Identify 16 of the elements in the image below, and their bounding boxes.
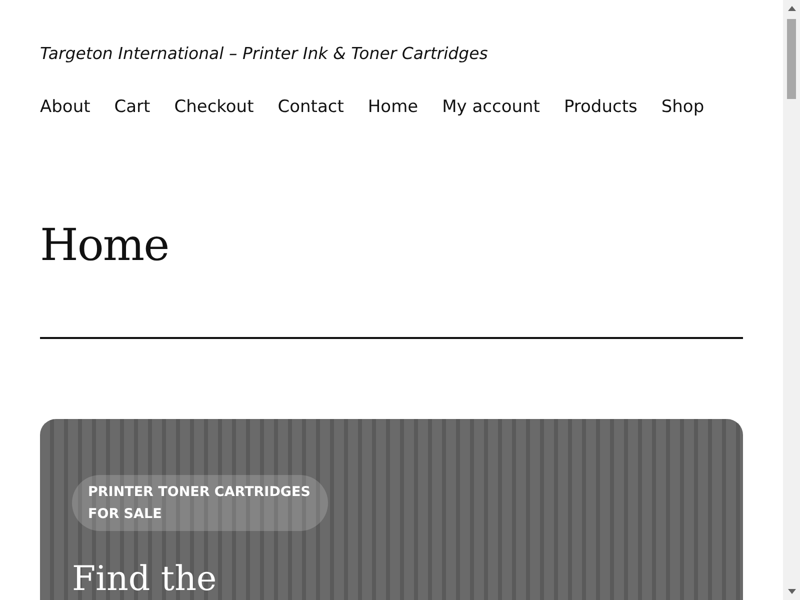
- nav-link[interactable]: Cart: [114, 95, 150, 119]
- scrollbar-thumb[interactable]: [787, 19, 796, 99]
- scroll-up-icon[interactable]: [788, 6, 796, 11]
- nav-link[interactable]: Products: [564, 95, 638, 119]
- scrollbar[interactable]: [783, 0, 800, 600]
- nav-link[interactable]: About: [40, 95, 90, 119]
- scroll-down-icon[interactable]: [788, 589, 796, 594]
- nav-link[interactable]: My account: [442, 95, 540, 119]
- site-tagline: Targeton International – Printer Ink & Toner Cartridges: [40, 43, 489, 65]
- page-title: Home: [40, 219, 170, 273]
- nav-link[interactable]: Checkout: [174, 95, 254, 119]
- hero-heading: Find the: [72, 559, 218, 599]
- nav-link[interactable]: Home: [368, 95, 418, 119]
- nav-link[interactable]: Shop: [661, 95, 704, 119]
- hero-badge: PRINTER TONER CARTRIDGES FOR SALE: [72, 475, 328, 531]
- nav-link[interactable]: Contact: [278, 95, 344, 119]
